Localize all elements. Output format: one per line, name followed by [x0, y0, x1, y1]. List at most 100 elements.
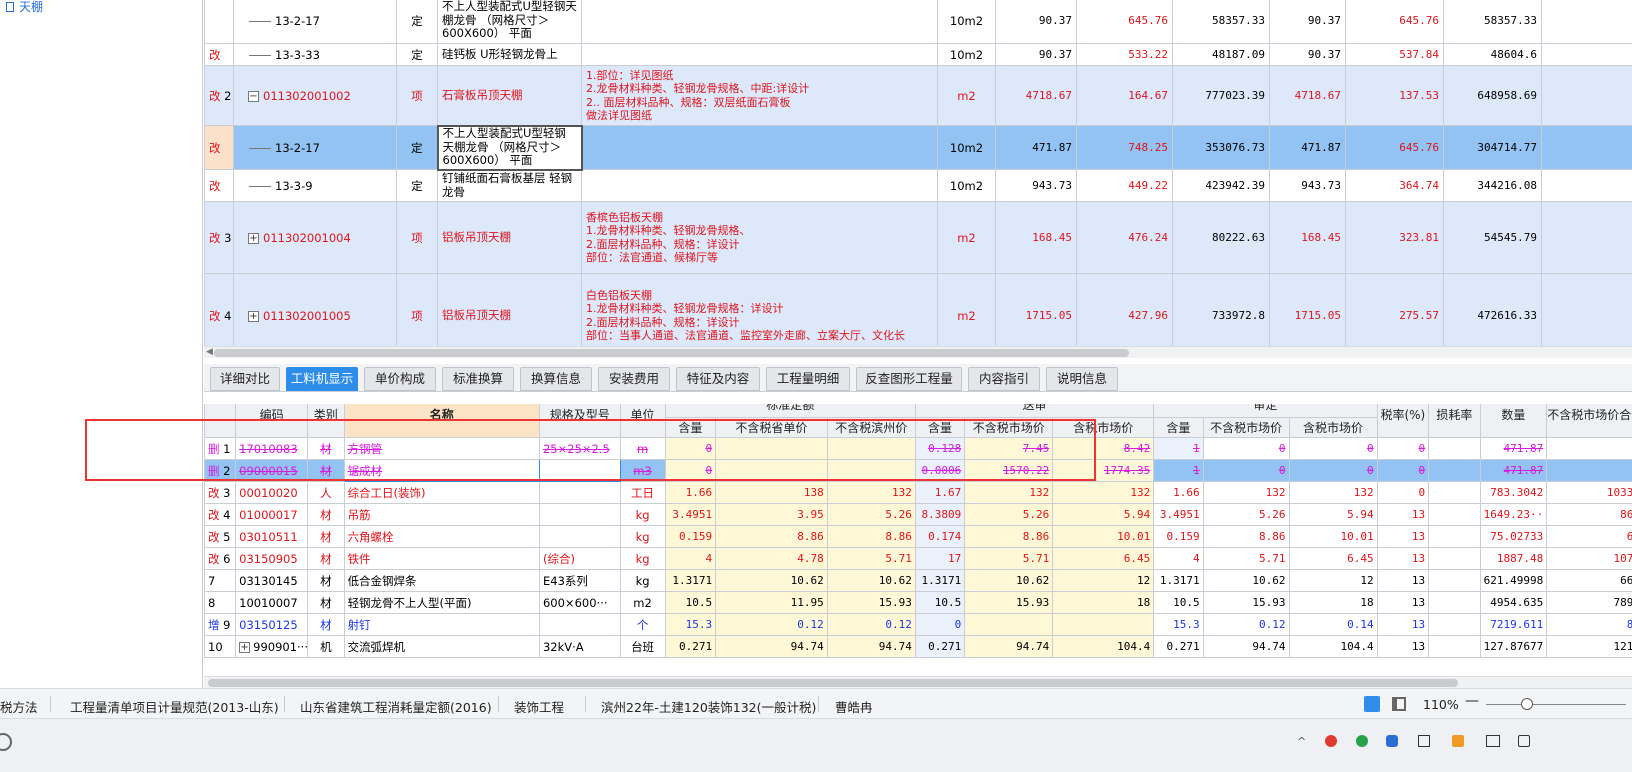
appr-price-excl[interactable]: 132: [1202, 481, 1290, 504]
bill-row[interactable]: 13-2-17 定不上人型装配式U型轻钢天棚龙骨 （网格尺寸＞600X600） 平…: [204, 0, 1632, 44]
sub-price-incl[interactable]: 5.94: [1052, 503, 1155, 526]
resource-spec[interactable]: E43系列: [538, 569, 621, 592]
bill-row[interactable]: 改 4 +011302001005 项铝板吊顶天棚 白色铝板天棚 1.龙骨材料种类、轻…: [204, 273, 1632, 358]
resource-name[interactable]: 铁件: [343, 547, 540, 570]
tax-rate[interactable]: 13: [1376, 635, 1430, 658]
std-price-local[interactable]: [826, 437, 916, 460]
resource-type[interactable]: 材: [307, 437, 345, 460]
item-unit[interactable]: m2: [937, 201, 996, 274]
appr-price-incl[interactable]: 0: [1288, 459, 1378, 482]
resource-unit[interactable]: kg: [619, 547, 666, 570]
resource-name[interactable]: 方钢管: [343, 437, 540, 460]
std-price-province[interactable]: 138: [715, 481, 828, 504]
item-name[interactable]: 不上人型装配式U型轻钢天棚龙骨 （网格尺寸＞600X600） 平面: [437, 0, 582, 44]
resource-spec[interactable]: [538, 613, 621, 636]
resource-spec[interactable]: 25×25×2.5: [538, 437, 621, 460]
appr-price-incl[interactable]: 12: [1288, 569, 1378, 592]
resource-spec[interactable]: [538, 481, 621, 504]
appr-content[interactable]: 3.4951: [1153, 503, 1204, 526]
col-std-1[interactable]: 含量: [664, 417, 717, 438]
item-unit-price[interactable]: 476.24: [1076, 201, 1173, 274]
sub-price-excl[interactable]: 10.62: [964, 569, 1054, 592]
appr-price-excl[interactable]: 5.26: [1202, 503, 1290, 526]
item-qty-approved[interactable]: 90.37: [1269, 0, 1346, 44]
sub-price-incl[interactable]: 18: [1052, 591, 1155, 614]
sub-price-excl[interactable]: 7.45: [964, 437, 1054, 460]
resource-row[interactable]: 改 4 01000017 材吊筋 kg 3.4951 3.95 5.26 8.3809 5.26…: [204, 503, 1632, 526]
appr-content[interactable]: 1: [1153, 459, 1204, 482]
resource-type[interactable]: 材: [307, 459, 345, 482]
item-type[interactable]: 项: [396, 65, 438, 126]
scroll-thumb[interactable]: [208, 679, 1458, 687]
resource-name[interactable]: 锯成材: [343, 459, 540, 482]
std-price-local[interactable]: 5.71: [826, 547, 916, 570]
resource-type[interactable]: 人: [307, 481, 345, 504]
sub-price-excl[interactable]: [964, 613, 1054, 636]
resource-code[interactable]: 01000017: [235, 503, 309, 526]
std-content[interactable]: 3.4951: [664, 503, 717, 526]
std-price-local[interactable]: 5.26: [826, 503, 916, 526]
col-sub-1[interactable]: 含量: [914, 417, 966, 438]
resource-row[interactable]: 7 03130145 材低合金钢焊条 E43系列 kg 1.3171 10.62 10.62 1…: [204, 569, 1632, 592]
sub-content[interactable]: 0.271: [914, 635, 966, 658]
item-feature[interactable]: [581, 125, 938, 170]
tax-rate[interactable]: 13: [1376, 525, 1430, 548]
loss-rate[interactable]: [1428, 635, 1481, 658]
appr-price-excl[interactable]: 0: [1202, 459, 1290, 482]
item-type[interactable]: 项: [396, 201, 438, 274]
lower-horizontal-scrollbar[interactable]: [204, 676, 1632, 688]
item-code[interactable]: +011302001005: [233, 273, 397, 358]
loss-rate[interactable]: [1428, 569, 1481, 592]
tray-app-icon-2[interactable]: [1452, 735, 1464, 747]
col-type[interactable]: 类别: [307, 404, 345, 438]
resource-name[interactable]: 射钉: [343, 613, 540, 636]
tab-7[interactable]: 特征及内容: [676, 367, 760, 391]
tab-4[interactable]: 标准换算: [442, 367, 514, 391]
item-qty-approved[interactable]: 90.37: [1269, 43, 1346, 66]
item-feature[interactable]: 白色铝板天棚 1.龙骨材料种类、轻钢龙骨规格：详设计 2.面层材料品种、规格：详…: [581, 273, 938, 358]
upper-horizontal-scrollbar[interactable]: ◀: [204, 346, 1632, 358]
resource-type[interactable]: 材: [307, 613, 345, 636]
resource-unit[interactable]: 个: [619, 613, 666, 636]
col-sub-2[interactable]: 不含税市场价: [964, 417, 1054, 438]
col-appr-1[interactable]: 含量: [1153, 417, 1204, 438]
std-content[interactable]: 10.5: [664, 591, 717, 614]
item-name[interactable]: 铝板吊顶天棚: [437, 201, 582, 274]
item-name[interactable]: 硅钙板 U形轻钢龙骨上: [437, 43, 582, 66]
appr-price-excl[interactable]: 5.71: [1202, 547, 1290, 570]
item-price-approved[interactable]: 137.53: [1345, 65, 1444, 126]
expand-icon[interactable]: +: [239, 641, 251, 653]
tax-rate[interactable]: 13: [1376, 613, 1430, 636]
sub-price-incl[interactable]: 12: [1052, 569, 1155, 592]
tab-10[interactable]: 内容指引: [968, 367, 1040, 391]
item-price-approved[interactable]: 537.84: [1345, 43, 1444, 66]
scroll-left-icon[interactable]: ◀: [206, 347, 213, 357]
appr-price-incl[interactable]: 0: [1288, 437, 1378, 460]
resource-type[interactable]: 材: [307, 569, 345, 592]
item-unit-price[interactable]: 427.96: [1076, 273, 1173, 358]
std-price-province[interactable]: [715, 437, 828, 460]
zoom-slider-track[interactable]: [1486, 704, 1626, 705]
resource-row[interactable]: 改 5 03010511 材六角螺栓 kg 0.159 8.86 8.86 0.174 8.86…: [204, 525, 1632, 548]
sub-price-incl[interactable]: 10.01: [1052, 525, 1155, 548]
zoom-out-icon[interactable]: —: [1465, 693, 1479, 709]
sub-price-excl[interactable]: 15.93: [964, 591, 1054, 614]
chevron-up-icon[interactable]: ^: [1297, 735, 1306, 748]
item-type[interactable]: 定: [396, 43, 438, 66]
resource-code[interactable]: 03150905: [235, 547, 309, 570]
std-price-local[interactable]: 8.86: [826, 525, 916, 548]
start-icon[interactable]: [0, 733, 12, 751]
loss-rate[interactable]: [1428, 591, 1481, 614]
std-price-local[interactable]: 94.74: [826, 635, 916, 658]
item-unit[interactable]: m2: [937, 273, 996, 358]
std-price-province[interactable]: 94.74: [715, 635, 828, 658]
resource-type[interactable]: 材: [307, 547, 345, 570]
resource-unit[interactable]: m2: [619, 591, 666, 614]
std-content[interactable]: 15.3: [664, 613, 717, 636]
resource-code[interactable]: 00010020: [235, 481, 309, 504]
sub-content[interactable]: 8.3809: [914, 503, 966, 526]
tax-rate[interactable]: 13: [1376, 547, 1430, 570]
item-qty-approved[interactable]: 471.87: [1269, 125, 1346, 170]
item-price-approved[interactable]: 275.57: [1345, 273, 1444, 358]
sub-price-excl[interactable]: 8.86: [964, 525, 1054, 548]
